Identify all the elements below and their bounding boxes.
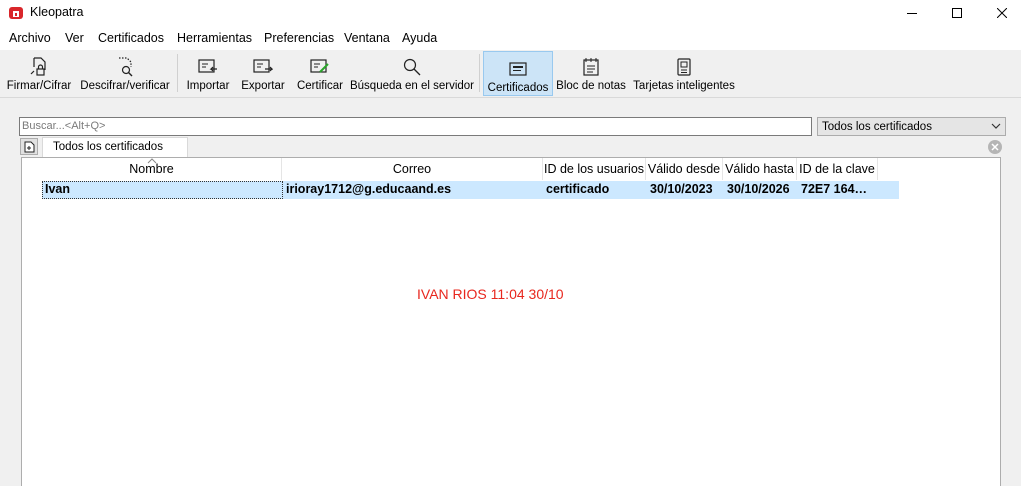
column-header-valid-from[interactable]: Válido desde bbox=[646, 158, 723, 180]
smartcard-icon bbox=[677, 58, 691, 76]
cell-user-id: certificado bbox=[546, 182, 610, 196]
chevron-down-icon bbox=[991, 123, 1001, 129]
cell-valid-from: 30/10/2023 bbox=[650, 182, 713, 196]
menu-ayuda[interactable]: Ayuda bbox=[402, 31, 437, 45]
column-header-email[interactable]: Correo bbox=[282, 158, 543, 180]
search-icon bbox=[403, 58, 421, 76]
menu-herramientas[interactable]: Herramientas bbox=[177, 31, 252, 45]
certificates-view-label: Certificados bbox=[487, 82, 549, 94]
tab-bar: Todos los certificados bbox=[19, 137, 1007, 157]
toolbar-separator bbox=[479, 54, 480, 92]
export-icon bbox=[253, 59, 273, 73]
close-tab-icon[interactable] bbox=[987, 139, 1003, 155]
maximize-button[interactable] bbox=[934, 0, 980, 26]
overlay-text: IVAN RIOS 11:04 30/10 bbox=[417, 286, 564, 302]
search-field[interactable] bbox=[19, 117, 812, 136]
sign-encrypt-label: Firmar/Cifrar bbox=[6, 80, 72, 92]
column-header-key-id[interactable]: ID de la clave bbox=[797, 158, 878, 180]
cell-name: Ivan bbox=[42, 181, 283, 199]
minimize-icon bbox=[907, 13, 917, 14]
table-row[interactable]: Ivan irioray1712@g.educaand.es certifica… bbox=[42, 181, 899, 199]
filter-selected-value: Todos los certificados bbox=[822, 121, 932, 133]
certificate-table[interactable]: Nombre Correo ID de los usuarios Válido … bbox=[21, 157, 1001, 486]
column-header-user-id[interactable]: ID de los usuarios bbox=[543, 158, 646, 180]
column-header-name[interactable]: Nombre bbox=[22, 158, 282, 180]
maximize-icon bbox=[952, 8, 962, 18]
window-title: Kleopatra bbox=[30, 5, 84, 19]
smartcards-button[interactable]: Tarjetas inteligentes bbox=[632, 50, 736, 96]
title-bar: Kleopatra bbox=[0, 0, 1021, 26]
certificates-view-button[interactable]: Certificados bbox=[483, 51, 553, 96]
tab-label: Todos los certificados bbox=[53, 141, 163, 153]
toolbar: Firmar/Cifrar Descifrar/verificar Import… bbox=[0, 50, 1021, 98]
notepad-icon bbox=[583, 58, 599, 76]
notepad-label: Bloc de notas bbox=[556, 80, 626, 92]
search-input[interactable] bbox=[20, 118, 802, 134]
close-button[interactable] bbox=[979, 0, 1021, 26]
decrypt-verify-icon bbox=[119, 57, 133, 77]
toolbar-separator bbox=[177, 54, 178, 92]
menu-archivo[interactable]: Archivo bbox=[9, 31, 51, 45]
decrypt-verify-label: Descifrar/verificar bbox=[80, 80, 170, 92]
tab-all-certificates[interactable]: Todos los certificados bbox=[42, 137, 188, 157]
certify-icon bbox=[310, 59, 329, 73]
menu-bar: Archivo Ver Certificados Herramientas Pr… bbox=[0, 26, 1021, 50]
new-tab-icon bbox=[24, 141, 34, 152]
import-icon bbox=[198, 59, 217, 73]
cell-email: irioray1712@g.educaand.es bbox=[286, 182, 452, 196]
close-icon bbox=[997, 8, 1007, 18]
certificate-icon bbox=[509, 62, 527, 76]
kleopatra-logo-icon bbox=[9, 7, 23, 19]
cell-valid-to: 30/10/2026 bbox=[727, 182, 790, 196]
menu-ver[interactable]: Ver bbox=[65, 31, 84, 45]
certify-button[interactable]: Certificar bbox=[294, 50, 346, 96]
smartcards-label: Tarjetas inteligentes bbox=[633, 80, 735, 92]
new-tab-button[interactable] bbox=[20, 138, 38, 155]
export-label: Exportar bbox=[241, 80, 285, 92]
sign-encrypt-button[interactable]: Firmar/Cifrar bbox=[6, 50, 72, 96]
menu-certificados[interactable]: Certificados bbox=[98, 31, 164, 45]
import-label: Importar bbox=[186, 80, 230, 92]
cell-key-id: 72E7 164… bbox=[801, 182, 868, 196]
certify-label: Certificar bbox=[296, 80, 343, 92]
server-search-button[interactable]: Búsqueda en el servidor bbox=[349, 50, 475, 96]
decrypt-verify-button[interactable]: Descifrar/verificar bbox=[80, 50, 170, 96]
server-search-label: Búsqueda en el servidor bbox=[349, 80, 475, 92]
notepad-button[interactable]: Bloc de notas bbox=[556, 50, 626, 96]
sign-encrypt-icon bbox=[30, 57, 46, 76]
menu-preferencias[interactable]: Preferencias bbox=[264, 31, 334, 45]
export-button[interactable]: Exportar bbox=[238, 50, 288, 96]
sort-ascending-icon bbox=[147, 158, 157, 164]
minimize-button[interactable] bbox=[889, 0, 935, 26]
certificate-filter-select[interactable]: Todos los certificados bbox=[817, 117, 1006, 136]
import-button[interactable]: Importar bbox=[184, 50, 232, 96]
menu-ventana[interactable]: Ventana bbox=[344, 31, 390, 45]
column-header-valid-to[interactable]: Válido hasta bbox=[723, 158, 797, 180]
